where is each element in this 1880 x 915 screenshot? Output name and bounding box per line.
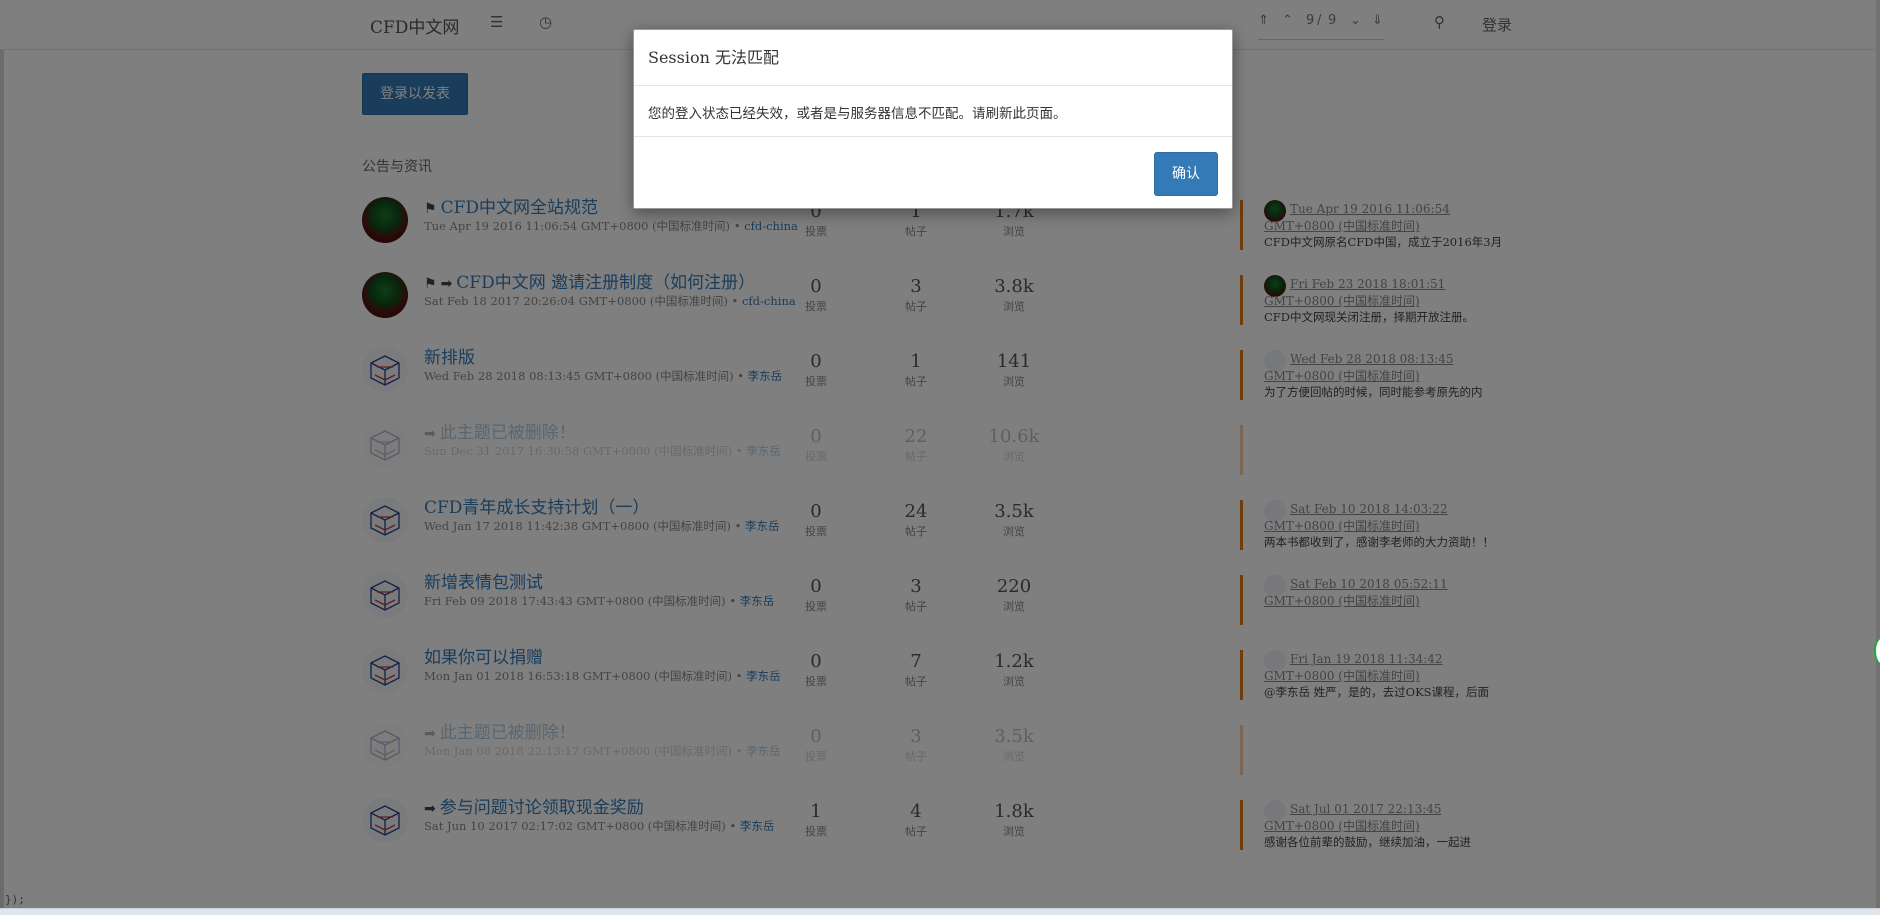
confirm-button[interactable]: 确认 <box>1154 152 1218 196</box>
dialog-message: 您的登入状态已经失效，或者是与服务器信息不匹配。请刷新此页面。 <box>648 106 1067 122</box>
dialog-divider <box>634 85 1232 86</box>
stray-script-text: }); <box>5 893 25 906</box>
session-mismatch-dialog: Session 无法匹配 您的登入状态已经失效，或者是与服务器信息不匹配。请刷新… <box>633 29 1233 209</box>
dialog-divider <box>634 136 1232 137</box>
dialog-title: Session 无法匹配 <box>648 48 779 67</box>
